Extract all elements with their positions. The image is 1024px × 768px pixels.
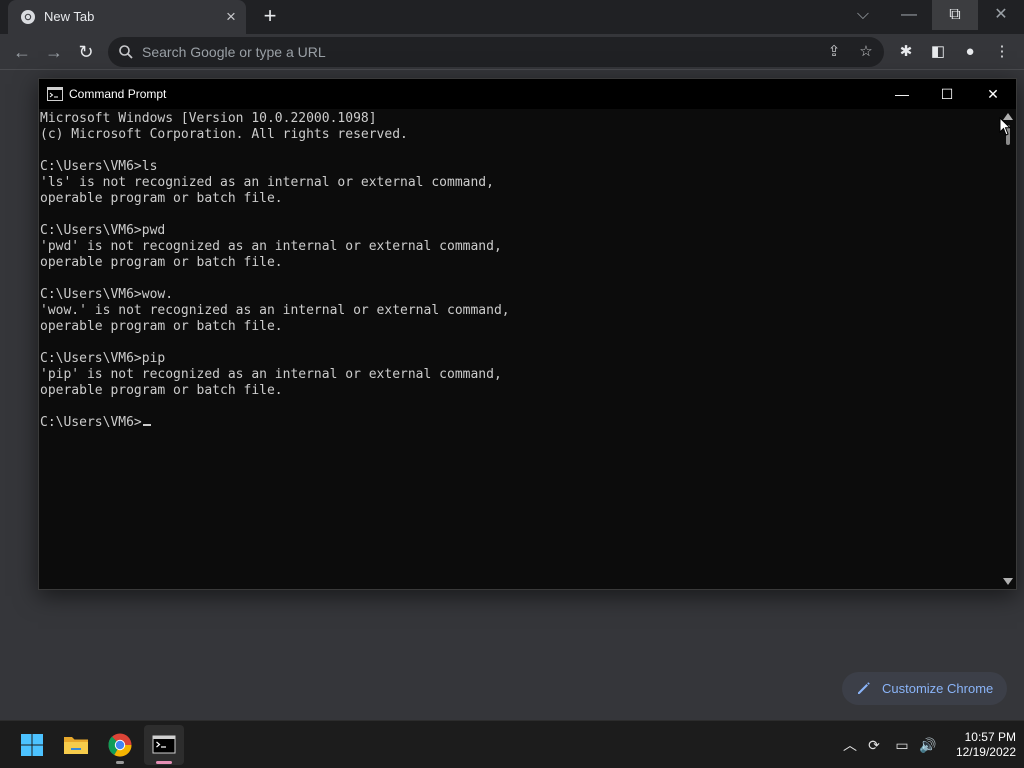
back-arrow-icon[interactable]: ← (8, 38, 36, 66)
windows-start-icon (21, 734, 43, 756)
console-line: operable program or batch file. (40, 191, 283, 206)
browser-toolbar: ← → ↻ Search Google or type a URL ⇪ ☆ ✱ … (0, 34, 1024, 70)
side-panel-icon[interactable]: ◧ (928, 42, 948, 62)
running-indicator (116, 761, 124, 764)
command-prompt-window[interactable]: Command Prompt — ☐ ✕ Microsoft Windows [… (38, 78, 1017, 590)
console-line: C:\Users\VM6>ls (40, 159, 158, 174)
system-clock[interactable]: 10:57 PM 12/19/2022 (944, 730, 1016, 760)
tab-close-icon[interactable]: × (222, 8, 240, 26)
reload-icon[interactable]: ↻ (72, 38, 100, 66)
cmd-minimize-icon[interactable]: — (879, 79, 925, 109)
console-line: 'pip' is not recognized as an internal o… (40, 367, 502, 382)
console-line: 'pwd' is not recognized as an internal o… (40, 239, 502, 254)
console-line: 'ls' is not recognized as an internal or… (40, 175, 494, 190)
console-line: operable program or batch file. (40, 319, 283, 334)
bookmark-star-icon[interactable]: ☆ (856, 42, 876, 62)
tab-search-chevron-down-icon[interactable]: ⌵ (840, 0, 886, 30)
cmd-titlebar[interactable]: Command Prompt — ☐ ✕ (39, 79, 1016, 109)
network-icon[interactable]: ▭ (892, 735, 912, 755)
customize-chrome-label: Customize Chrome (882, 681, 994, 696)
command-prompt-icon (152, 735, 176, 754)
new-tab-plus-icon[interactable]: + (259, 5, 281, 27)
chrome-taskbar-button[interactable] (100, 725, 140, 765)
console-line: operable program or batch file. (40, 255, 283, 270)
taskbar: ︿ ⟳ ▭ 🔊 10:57 PM 12/19/2022 (0, 720, 1024, 768)
prompt-line[interactable]: C:\Users\VM6> (40, 415, 997, 431)
tab-title: New Tab (44, 9, 95, 24)
console-output[interactable]: Microsoft Windows [Version 10.0.22000.10… (39, 111, 997, 589)
address-input-placeholder[interactable]: Search Google or type a URL (142, 44, 326, 60)
cmd-window-title: Command Prompt (69, 87, 167, 101)
console-line: 'wow.' is not recognized as an internal … (40, 303, 510, 318)
tab-new-tab[interactable]: New Tab × (8, 0, 246, 34)
console-line: operable program or batch file. (40, 383, 283, 398)
search-icon (119, 45, 133, 59)
console-line: C:\Users\VM6>wow. (40, 287, 174, 302)
close-icon[interactable]: ✕ (978, 0, 1024, 30)
start-button[interactable] (12, 725, 52, 765)
prompt-text: C:\Users\VM6> (40, 415, 142, 430)
forward-arrow-icon[interactable]: → (40, 38, 68, 66)
chevron-up-icon[interactable]: ︿ (840, 735, 860, 755)
command-prompt-taskbar-button[interactable] (144, 725, 184, 765)
command-prompt-icon (47, 87, 63, 101)
scroll-down-arrow-icon[interactable] (1003, 578, 1013, 585)
text-cursor (142, 424, 151, 426)
clock-date: 12/19/2022 (955, 745, 1016, 759)
console-line: C:\Users\VM6>pip (40, 351, 166, 366)
cmd-scrollbar[interactable] (999, 111, 1016, 589)
console-line: C:\Users\VM6>pwd (40, 223, 166, 238)
clock-time: 10:57 PM (964, 730, 1016, 744)
active-indicator (156, 761, 172, 764)
volume-icon[interactable]: 🔊 (918, 735, 938, 755)
cmd-close-icon[interactable]: ✕ (970, 79, 1016, 109)
customize-chrome-button[interactable]: Customize Chrome (842, 672, 1007, 705)
pencil-icon (858, 682, 870, 694)
extensions-icon[interactable]: ✱ (896, 42, 916, 62)
profile-icon[interactable]: ● (960, 42, 980, 62)
restore-icon[interactable]: ⧉ (932, 0, 978, 30)
console-line: Microsoft Windows [Version 10.0.22000.10… (40, 111, 377, 126)
share-icon[interactable]: ⇪ (824, 42, 844, 62)
menu-icon[interactable]: ⋮ (992, 42, 1012, 62)
tab-strip: New Tab × + ⌵ — ⧉ ✕ (0, 0, 1024, 34)
address-bar[interactable]: Search Google or type a URL ⇪ ☆ (108, 37, 884, 67)
chrome-icon (21, 10, 35, 24)
cmd-maximize-icon[interactable]: ☐ (924, 79, 970, 109)
sync-icon[interactable]: ⟳ (864, 735, 884, 755)
mouse-pointer-icon (999, 117, 1011, 136)
minimize-icon[interactable]: — (886, 0, 932, 30)
console-line: (c) Microsoft Corporation. All rights re… (40, 127, 408, 142)
file-explorer-icon (64, 737, 88, 754)
file-explorer-button[interactable] (56, 725, 96, 765)
chrome-icon (108, 733, 132, 757)
